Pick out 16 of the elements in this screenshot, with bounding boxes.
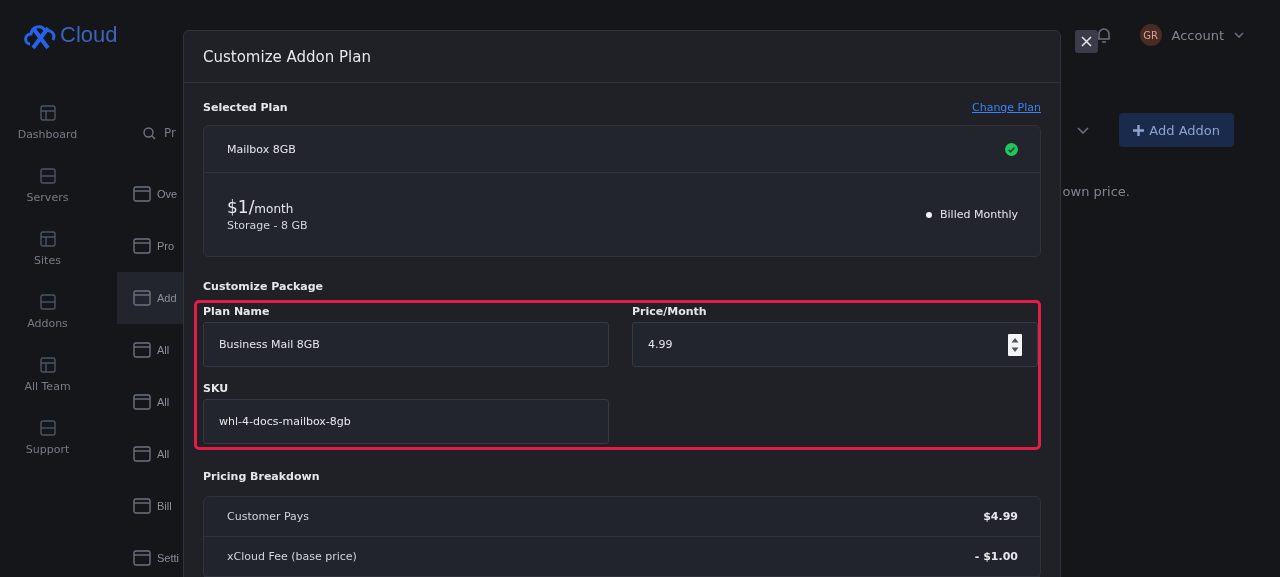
pricing-label: xCloud Fee (base price) <box>227 550 357 563</box>
description-text: own price. <box>1062 184 1130 199</box>
section-heading: Customize Package <box>203 280 324 293</box>
section-heading: Selected Plan <box>203 101 288 114</box>
field-label: SKU <box>203 382 230 395</box>
plan-price: $1/month <box>227 197 295 217</box>
field-label: Plan Name <box>203 305 271 318</box>
plan-detail: Storage - 8 GB <box>227 219 308 232</box>
section-heading: Pricing Breakdown <box>203 470 321 483</box>
pricing-label: Customer Pays <box>227 510 310 523</box>
modal-title: Customize Addon Plan <box>203 47 371 66</box>
plan-name: Mailbox 8GB <box>227 142 296 156</box>
pricing-value: - $1.00 <box>974 550 1018 563</box>
billing-cycle: Billed Monthly <box>940 208 1018 221</box>
field-label: Price/Month <box>632 305 708 318</box>
pricing-value: $4.99 <box>983 510 1018 523</box>
